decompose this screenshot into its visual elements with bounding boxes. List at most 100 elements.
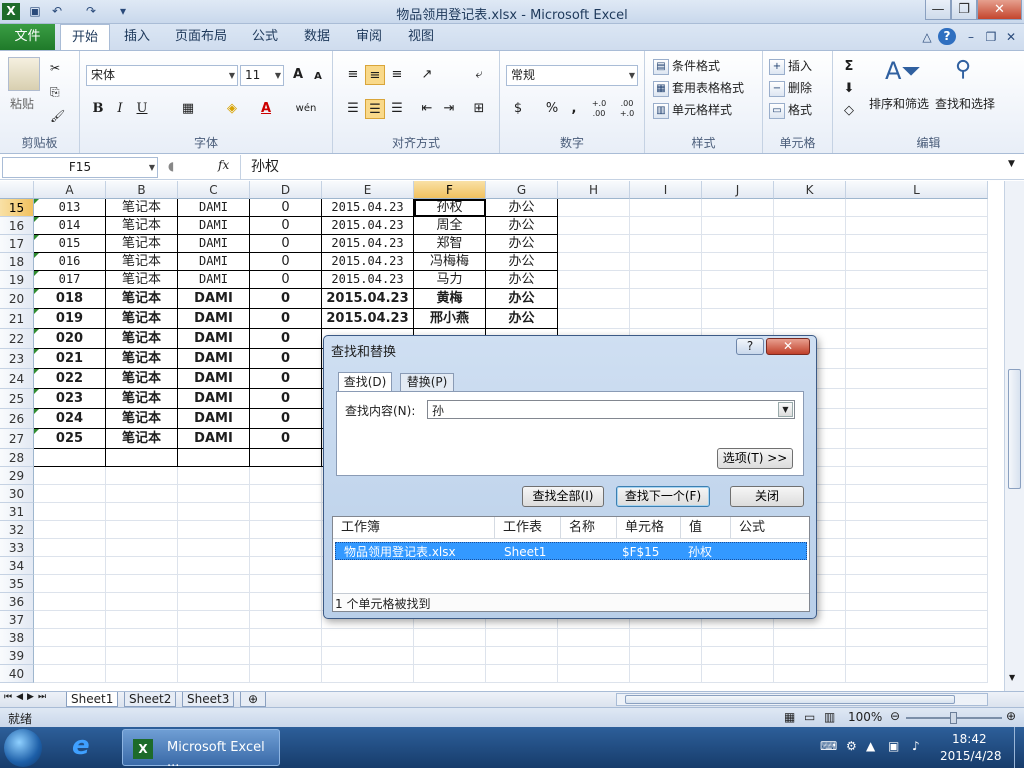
cell[interactable]: 办公	[486, 217, 558, 235]
cell[interactable]: 办公	[486, 289, 558, 309]
cell[interactable]: 023	[34, 389, 106, 409]
cell[interactable]	[846, 369, 988, 389]
cell[interactable]: 冯梅梅	[414, 253, 486, 271]
cell[interactable]: 0	[250, 349, 322, 369]
align-bottom-icon[interactable]: ≡	[387, 65, 407, 85]
cell[interactable]: 0	[250, 253, 322, 271]
cell[interactable]	[846, 611, 988, 629]
find-what-input[interactable]: 孙 ▼	[427, 400, 795, 419]
column-header-l[interactable]: L	[846, 181, 988, 199]
cell[interactable]: 020	[34, 329, 106, 349]
cell[interactable]	[34, 611, 106, 629]
row-header[interactable]: 27	[0, 429, 34, 449]
cell[interactable]: DAMI	[178, 235, 250, 253]
row-header[interactable]: 31	[0, 503, 34, 521]
cell[interactable]	[630, 271, 702, 289]
cell[interactable]	[774, 629, 846, 647]
cell[interactable]	[106, 557, 178, 575]
cell[interactable]	[178, 521, 250, 539]
cell[interactable]	[630, 629, 702, 647]
cell[interactable]	[250, 503, 322, 521]
cell[interactable]	[414, 665, 486, 683]
tab-view[interactable]: 视图	[398, 24, 444, 50]
paste-icon[interactable]	[8, 57, 40, 91]
col-formula[interactable]: 公式	[731, 517, 809, 539]
cell[interactable]	[846, 349, 988, 369]
cell[interactable]	[558, 647, 630, 665]
cell[interactable]	[846, 629, 988, 647]
row-header[interactable]: 15	[0, 199, 34, 217]
cell[interactable]	[846, 235, 988, 253]
cell[interactable]: DAMI	[178, 329, 250, 349]
cell[interactable]	[846, 503, 988, 521]
cell[interactable]	[250, 467, 322, 485]
increase-indent-icon[interactable]: ⇥	[439, 99, 459, 119]
cell[interactable]	[250, 521, 322, 539]
help-icon[interactable]: ?	[938, 28, 956, 45]
cell[interactable]: 笔记本	[106, 253, 178, 271]
tray-settings-icon[interactable]: ⚙	[846, 739, 857, 753]
bold-button[interactable]: B	[88, 99, 108, 119]
shrink-font-button[interactable]: A	[308, 67, 328, 87]
cell[interactable]	[34, 539, 106, 557]
cell[interactable]: 022	[34, 369, 106, 389]
cell[interactable]	[250, 665, 322, 683]
cell[interactable]	[846, 409, 988, 429]
cell[interactable]	[846, 647, 988, 665]
cell[interactable]: DAMI	[178, 217, 250, 235]
cell[interactable]	[250, 539, 322, 557]
cell[interactable]: 办公	[486, 309, 558, 329]
format-painter-icon[interactable]: 🖌	[50, 109, 65, 123]
find-all-button[interactable]: 查找全部(I)	[522, 486, 604, 507]
h-scroll-thumb[interactable]	[625, 695, 955, 704]
select-all-corner[interactable]	[0, 181, 34, 199]
find-next-button[interactable]: 查找下一个(F)	[616, 486, 710, 507]
cell[interactable]: 024	[34, 409, 106, 429]
cell[interactable]: 笔记本	[106, 235, 178, 253]
cell[interactable]	[846, 309, 988, 329]
normal-view-icon[interactable]: ▦	[784, 710, 795, 724]
row-header[interactable]: 35	[0, 575, 34, 593]
cell[interactable]	[846, 467, 988, 485]
find-select-button[interactable]: 查找和选择	[935, 95, 995, 112]
cell[interactable]	[558, 253, 630, 271]
cell[interactable]	[774, 271, 846, 289]
cell[interactable]	[178, 593, 250, 611]
ie-icon[interactable]: e	[72, 731, 90, 761]
scroll-down-icon[interactable]: ▼	[1009, 673, 1015, 682]
find-select-icon[interactable]: ⚲	[955, 57, 971, 82]
cell[interactable]: 016	[34, 253, 106, 271]
decrease-indent-icon[interactable]: ⇤	[417, 99, 437, 119]
maximize-button[interactable]: ❐	[951, 0, 977, 20]
start-button[interactable]	[4, 729, 42, 767]
row-header[interactable]: 38	[0, 629, 34, 647]
cell[interactable]: 0	[250, 271, 322, 289]
cell[interactable]: 周全	[414, 217, 486, 235]
cell[interactable]: 2015.04.23	[322, 217, 414, 235]
cell[interactable]: 邢小燕	[414, 309, 486, 329]
tab-replace[interactable]: 替换(P)	[400, 373, 454, 391]
cell[interactable]	[34, 647, 106, 665]
align-top-icon[interactable]: ≡	[343, 65, 363, 85]
sheet-tab-sheet1[interactable]: Sheet1	[66, 692, 119, 707]
cell[interactable]: 2015.04.23	[322, 289, 414, 309]
cell[interactable]: 办公	[486, 199, 558, 217]
cell[interactable]	[106, 665, 178, 683]
grow-font-button[interactable]: A	[288, 65, 308, 85]
row-header[interactable]: 23	[0, 349, 34, 369]
row-header[interactable]: 30	[0, 485, 34, 503]
cell[interactable]: 2015.04.23	[322, 199, 414, 217]
cell[interactable]	[178, 557, 250, 575]
cell[interactable]: 0	[250, 309, 322, 329]
cell[interactable]	[702, 199, 774, 217]
cell[interactable]	[846, 429, 988, 449]
cell[interactable]	[106, 539, 178, 557]
cell[interactable]: 孙权	[414, 199, 486, 217]
cell[interactable]	[486, 665, 558, 683]
cell[interactable]	[846, 665, 988, 683]
zoom-level[interactable]: 100%	[848, 710, 882, 724]
cell[interactable]: 0	[250, 409, 322, 429]
cell[interactable]	[106, 449, 178, 467]
sheet-nav-icon[interactable]: ⏮◀▶⏭	[4, 692, 50, 702]
cell-styles-button[interactable]: ▥ 单元格样式	[653, 101, 732, 119]
